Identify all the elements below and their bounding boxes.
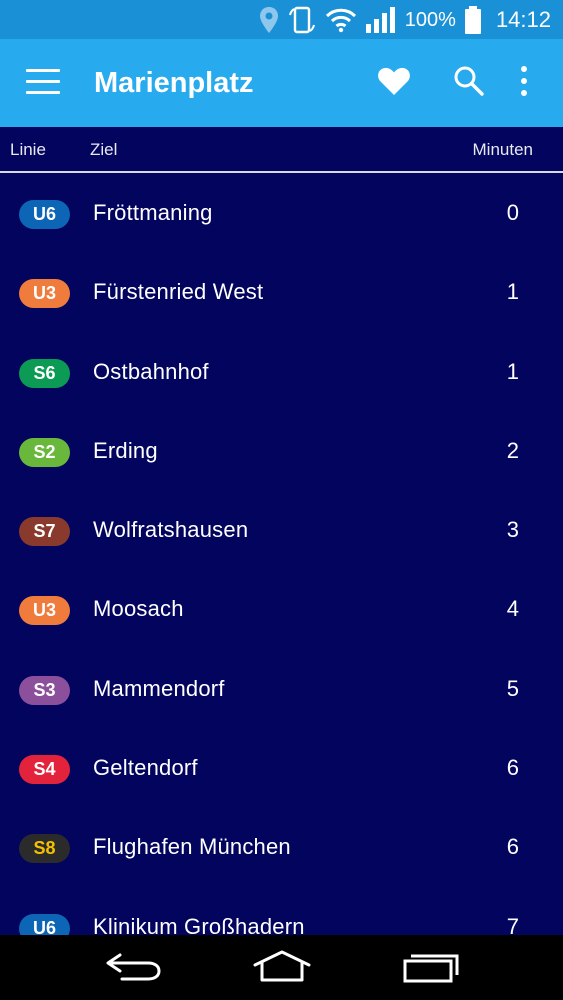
home-icon[interactable]: [252, 949, 312, 985]
destination-label: Moosach: [93, 596, 184, 622]
navigation-bar: [0, 935, 563, 1000]
minutes-label: 3: [506, 517, 519, 543]
line-badge: S3: [19, 675, 70, 705]
departure-row[interactable]: S7 Wolfratshausen 3: [0, 490, 563, 569]
column-minuten: Minuten: [472, 140, 533, 159]
destination-label: Wolfratshausen: [93, 517, 249, 543]
departure-row[interactable]: U3 Fürstenried West 1: [0, 252, 563, 331]
app-bar: Marienplatz: [0, 39, 563, 127]
column-ziel: Ziel: [90, 140, 118, 159]
menu-icon[interactable]: [26, 69, 60, 95]
destination-label: Fürstenried West: [93, 279, 264, 305]
line-badge: S8: [19, 834, 70, 864]
more-vert-icon[interactable]: [514, 63, 534, 99]
status-bar: 100% 14:12: [0, 0, 563, 39]
departure-row[interactable]: U3 Moosach 4: [0, 569, 563, 648]
minutes-label: 6: [506, 834, 519, 860]
minutes-label: 2: [506, 437, 519, 463]
battery-icon: [464, 5, 482, 35]
line-badge: U6: [19, 913, 70, 935]
departure-row[interactable]: S4 Geltendorf 6: [0, 728, 563, 807]
heart-icon[interactable]: [376, 63, 412, 99]
line-badge: U6: [19, 200, 70, 229]
line-badge: U3: [19, 596, 70, 626]
recent-apps-icon[interactable]: [402, 949, 460, 985]
destination-label: Ostbahnhof: [93, 358, 209, 384]
battery-percentage: 100%: [404, 8, 456, 31]
minutes-label: 7: [506, 913, 519, 935]
departure-row[interactable]: S6 Ostbahnhof 1: [0, 332, 563, 411]
destination-label: Klinikum Großhadern: [93, 913, 305, 935]
app-screen: 100% 14:12 Marienplatz Linie Ziel Minute…: [0, 0, 563, 1000]
departure-row[interactable]: S3 Mammendorf 5: [0, 649, 563, 728]
line-badge: S2: [19, 437, 70, 467]
destination-label: Flughafen München: [93, 834, 291, 860]
page-title: Marienplatz: [94, 67, 254, 99]
column-linie: Linie: [10, 140, 46, 159]
minutes-label: 0: [506, 200, 519, 225]
departure-row[interactable]: U6 Klinikum Großhadern 7: [0, 887, 563, 935]
back-icon[interactable]: [104, 949, 162, 985]
wifi-icon: [325, 5, 357, 35]
destination-label: Erding: [93, 437, 158, 463]
line-badge: S6: [19, 358, 70, 388]
minutes-label: 1: [506, 279, 519, 305]
line-badge: U3: [19, 279, 70, 309]
line-badge: S7: [19, 517, 70, 547]
departure-list[interactable]: U6 Fröttmaning 0 U3 Fürstenried West 1 S6 Ostba…: [0, 173, 563, 935]
destination-label: Geltendorf: [93, 755, 198, 781]
clock: 14:12: [495, 6, 551, 32]
line-badge: S4: [19, 755, 70, 785]
destination-label: Fröttmaning: [93, 200, 213, 225]
destination-label: Mammendorf: [93, 675, 225, 701]
departure-row[interactable]: S2 Erding 2: [0, 411, 563, 490]
minutes-label: 5: [506, 675, 519, 701]
minutes-label: 1: [506, 358, 519, 384]
column-header: Linie Ziel Minuten: [0, 127, 563, 171]
departure-row[interactable]: S8 Flughafen München 6: [0, 807, 563, 886]
search-icon[interactable]: [452, 64, 486, 98]
rotate-icon: [287, 5, 317, 35]
minutes-label: 4: [506, 596, 519, 622]
minutes-label: 6: [506, 755, 519, 781]
signal-icon: [365, 5, 397, 35]
location-icon: [259, 5, 279, 35]
departure-row[interactable]: U6 Fröttmaning 0: [0, 173, 563, 252]
